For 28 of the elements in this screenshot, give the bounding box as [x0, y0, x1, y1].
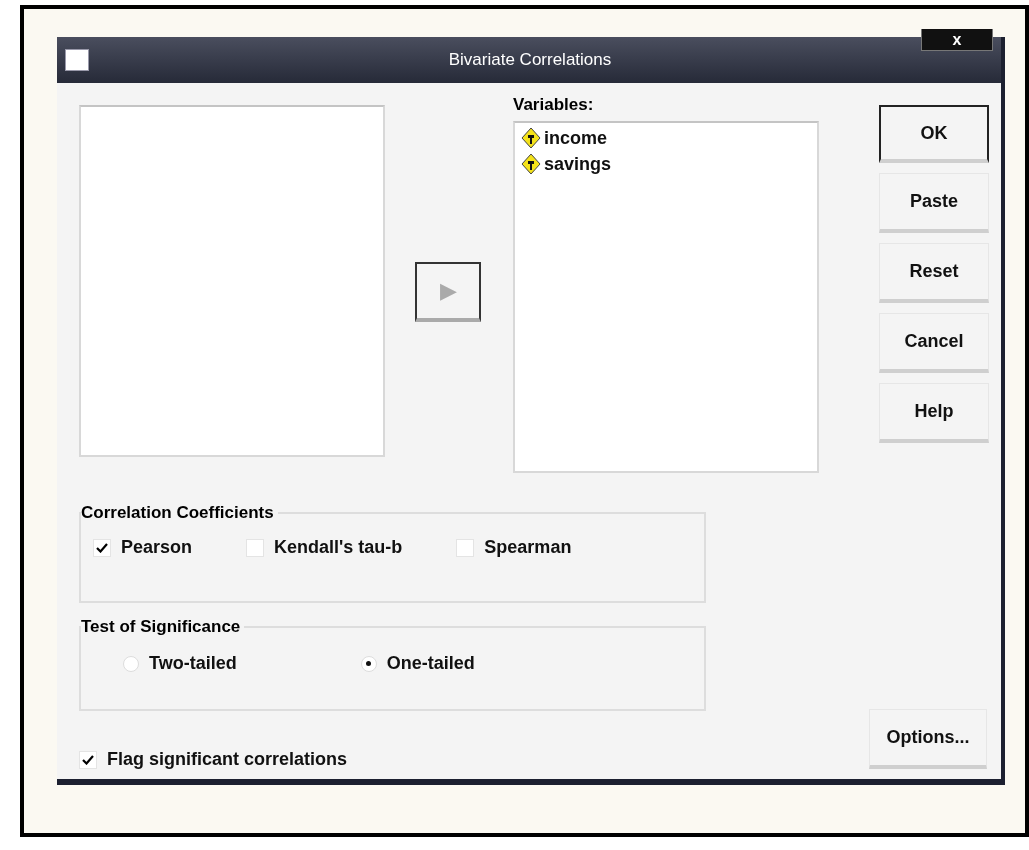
group-title: Correlation Coefficients: [81, 503, 275, 523]
radio-label: Two-tailed: [149, 653, 237, 674]
source-variable-list[interactable]: [79, 105, 385, 457]
variable-item[interactable]: savings: [521, 153, 612, 175]
dialog-button[interactable]: Reset: [879, 243, 989, 303]
checkbox-label: Flag significant correlations: [107, 749, 348, 770]
radio-button[interactable]: [360, 655, 377, 672]
variables-label: Variables:: [513, 95, 594, 115]
radio-button[interactable]: [123, 655, 139, 672]
window-icon: [65, 49, 89, 71]
variables-list[interactable]: income savings: [513, 121, 819, 473]
checkbox[interactable]: [93, 538, 111, 557]
checkbox-label: Pearson: [121, 537, 193, 558]
close-button[interactable]: x: [921, 29, 993, 51]
checkbox[interactable]: [79, 750, 97, 769]
checkbox[interactable]: [246, 538, 265, 557]
checkbox[interactable]: [456, 538, 475, 557]
group-title: Test of Significance: [81, 617, 242, 637]
window-title: Bivariate Correlations: [447, 50, 613, 70]
variable-item[interactable]: income: [521, 127, 608, 149]
dialog-button[interactable]: Paste: [879, 173, 989, 233]
radio-label: One-tailed: [386, 653, 475, 674]
checkbox-label: Kendall's tau-b: [274, 537, 403, 558]
checkbox-label: Spearman: [484, 537, 572, 558]
dialog-button[interactable]: OK: [879, 105, 989, 163]
options-button[interactable]: Options...: [869, 709, 987, 769]
dialog-button[interactable]: Help: [879, 383, 989, 443]
dialog-button[interactable]: Cancel: [879, 313, 989, 373]
